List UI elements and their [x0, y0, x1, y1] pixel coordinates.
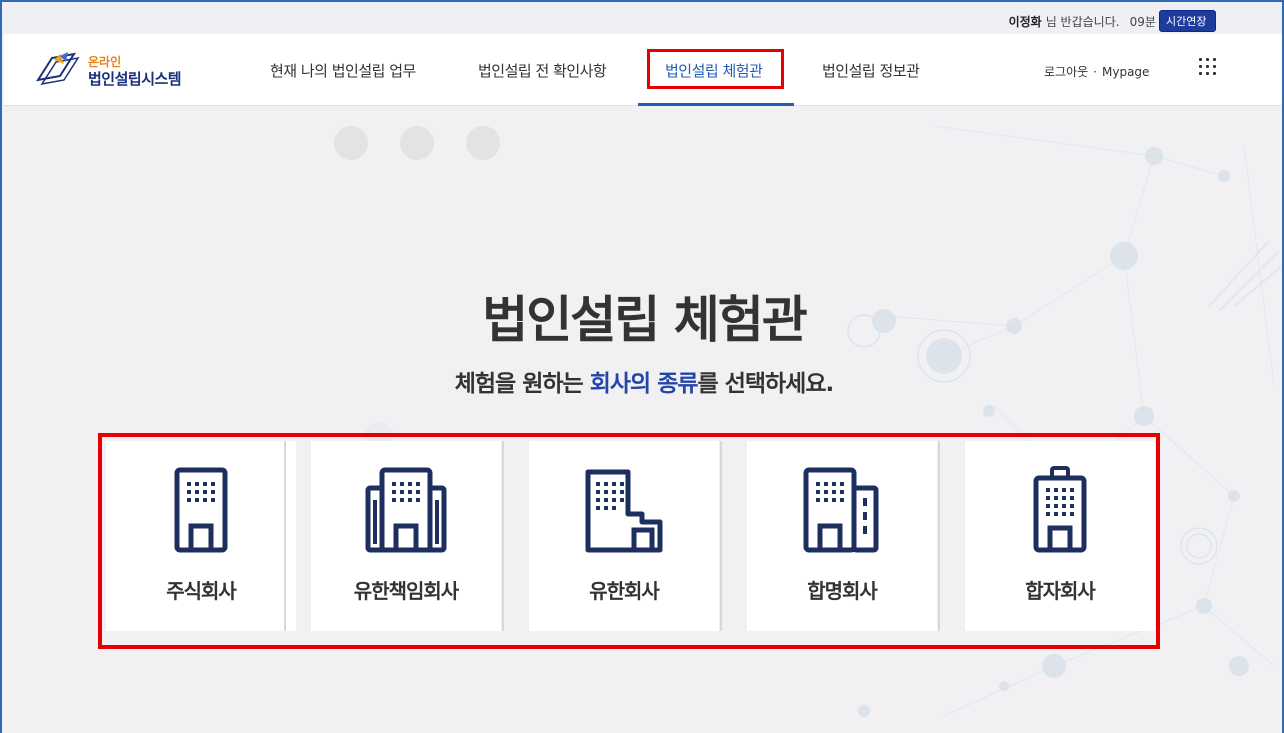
page-title: 법인설립 체험관	[482, 291, 807, 349]
slide-dot-3[interactable]	[466, 126, 500, 160]
user-name: 이정화	[1008, 15, 1042, 29]
mypage-link[interactable]: Mypage	[1102, 65, 1149, 79]
subtitle-highlight: 회사의 종류	[589, 371, 699, 397]
page-subtitle: 체험을 원하는 회사의 종류를 선택하세요.	[2, 364, 1282, 398]
logout-link[interactable]: 로그아웃	[1044, 65, 1088, 79]
all-menu-icon[interactable]	[1199, 58, 1219, 78]
greeting-text: 님 반갑습니다.	[1045, 15, 1120, 29]
nav-info-hall[interactable]: 법인설립 정보관	[822, 60, 920, 81]
account-links: 로그아웃 · Mypage	[1044, 63, 1149, 80]
subtitle-post: 를 선택하세요.	[697, 371, 835, 397]
separator: ·	[1093, 65, 1097, 79]
nav-pre-check[interactable]: 법인설립 전 확인사항	[478, 60, 607, 81]
utility-bar: 이정화 님 반갑습니다. 09분 35초	[4, 4, 1282, 34]
logo-icon	[35, 52, 80, 86]
nav-my-work[interactable]: 현재 나의 법인설립 업무	[270, 60, 416, 81]
subtitle-pre: 체험을 원하는	[454, 371, 590, 397]
site-header: 온라인 법인설립시스템 현재 나의 법인설립 업무 법인설립 전 확인사항 법인…	[4, 34, 1282, 106]
extend-session-button[interactable]: 시간연장	[1159, 10, 1216, 32]
browser-frame: 이정화 님 반갑습니다. 09분 35초 시간연장 온라인 법인설립시스템 현재 …	[0, 0, 1284, 733]
cards-highlight-box	[98, 433, 1160, 649]
nav-active-underline	[638, 103, 794, 106]
logo-title: 법인설립시스템	[88, 70, 182, 88]
nav-highlight-box	[647, 49, 784, 89]
site-logo[interactable]: 온라인 법인설립시스템	[34, 50, 204, 90]
slide-dot-2[interactable]	[400, 126, 434, 160]
slide-dot-1[interactable]	[334, 126, 368, 160]
